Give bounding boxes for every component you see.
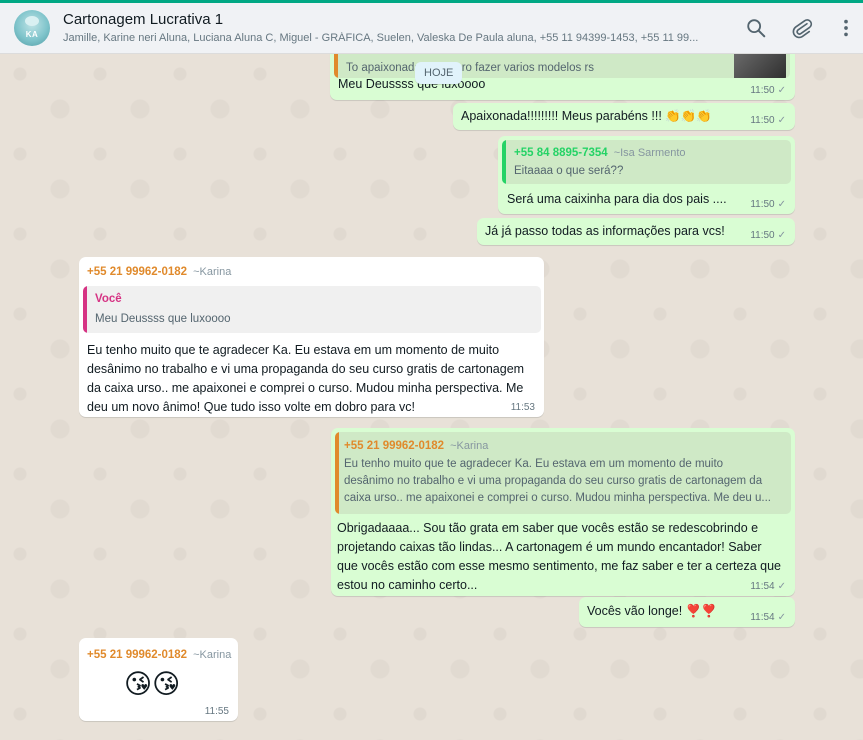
- quoted-text: Eu tenho muito que te agradecer Ka. Eu e…: [344, 456, 771, 507]
- message-text: Meu Deussss que luxoooo: [338, 77, 486, 91]
- group-participants[interactable]: Jamille, Karine neri Aluna, Luciana Alun…: [63, 32, 723, 44]
- quoted-line: Eu tenho muito que te agradecer Ka. Eu e…: [344, 458, 724, 470]
- message-sender-alias: ~Karina: [193, 649, 232, 661]
- quoted-sender: +55 21 99962-0182: [344, 440, 445, 452]
- read-tick-icon: ✓: [777, 199, 786, 210]
- quoted-sender: Você: [95, 293, 122, 305]
- message-time: 11:54 ✓: [750, 581, 786, 592]
- message-line: Obrigadaaaa... Sou tão grata em saber qu…: [337, 521, 759, 535]
- message-sender-alias: ~Karina: [193, 266, 232, 278]
- message-sender[interactable]: +55 21 99962-0182: [87, 266, 187, 278]
- avatar-logo-text: KA: [25, 30, 39, 39]
- quoted-image-thumbnail: [734, 54, 786, 78]
- message-line: estou no caminho certo...: [337, 578, 478, 592]
- message-text: Vocês vão longe! ❣️❣️: [587, 604, 717, 618]
- avatar-bear-shape: [25, 16, 39, 26]
- message-line: que vocês estão com esse mesmo sentiment…: [337, 559, 781, 573]
- read-tick-icon: ✓: [777, 612, 786, 623]
- message-text: Eu tenho muito que te agradecer Ka. Eu e…: [87, 341, 524, 417]
- quoted-text: Meu Deussss que luxoooo: [95, 313, 231, 325]
- search-icon[interactable]: [745, 17, 767, 39]
- quoted-message[interactable]: +55 84 8895-7354 ~Isa Sarmento Eitaaaa o …: [502, 140, 791, 184]
- quoted-sender-alias: ~Karina: [450, 440, 489, 452]
- message-text: Obrigadaaaa... Sou tão grata em saber qu…: [337, 519, 781, 595]
- message-bubble-outgoing[interactable]: Apaixonada!!!!!!!!! Meus parabéns !!! 👏👏…: [453, 103, 795, 130]
- message-line: projetando caixas tão lindas... A carton…: [337, 540, 762, 554]
- chat-header[interactable]: KA Cartonagem Lucrativa 1 Jamille, Karin…: [0, 3, 863, 54]
- quoted-message[interactable]: Você Meu Deussss que luxoooo: [83, 286, 541, 333]
- message-bubble-outgoing[interactable]: Vocês vão longe! ❣️❣️ 11:54 ✓: [579, 597, 795, 627]
- message-bubble-outgoing[interactable]: Já já passo todas as informações para vc…: [477, 218, 795, 245]
- quoted-sender: +55 84 8895-7354: [514, 147, 608, 159]
- attach-icon[interactable]: [791, 17, 813, 39]
- message-bubble-incoming[interactable]: +55 21 99962-0182 ~Karina Você Meu Deusss…: [79, 257, 544, 417]
- emoji-message: 😘😘: [124, 669, 181, 699]
- message-time: 11:55: [204, 706, 229, 717]
- read-tick-icon: ✓: [777, 581, 786, 592]
- message-time: 11:53: [510, 402, 535, 413]
- group-avatar[interactable]: KA: [14, 10, 50, 46]
- message-text: Apaixonada!!!!!!!!! Meus parabéns !!! 👏👏…: [461, 109, 712, 123]
- message-time: 11:50 ✓: [750, 230, 786, 241]
- date-chip: HOJE: [415, 62, 463, 84]
- message-line: desânimo no trabalho e vi uma propaganda…: [87, 362, 525, 376]
- message-bubble-outgoing[interactable]: +55 84 8895-7354 ~Isa Sarmento Eitaaaa o …: [498, 136, 795, 214]
- message-bubble-incoming[interactable]: +55 21 99962-0182 ~Karina 😘😘 11:55: [79, 638, 238, 721]
- message-text: Já já passo todas as informações para vc…: [485, 224, 725, 238]
- message-sender[interactable]: +55 21 99962-0182: [87, 649, 187, 661]
- read-tick-icon: ✓: [777, 115, 786, 126]
- message-time: 11:50 ✓: [750, 85, 786, 96]
- message-bubble-outgoing[interactable]: +55 21 99962-0182 ~Karina Eu tenho muito …: [331, 428, 795, 596]
- quoted-line: desânimo no trabalho e vi uma propaganda…: [344, 475, 763, 487]
- message-line: deu um novo ânimo! Que tudo isso volte e…: [87, 400, 415, 414]
- read-tick-icon: ✓: [777, 85, 786, 96]
- message-time: 11:50 ✓: [750, 115, 786, 126]
- quoted-sender-alias: ~Isa Sarmento: [613, 147, 686, 159]
- quote-bar: [502, 140, 506, 184]
- quote-bar: [335, 432, 339, 514]
- message-text: Será uma caixinha para dia dos pais ....: [507, 192, 727, 206]
- message-line: Eu tenho muito que te agradecer Ka. Eu e…: [87, 343, 500, 357]
- quoted-text: Eitaaaa o que será??: [514, 165, 624, 177]
- group-title[interactable]: Cartonagem Lucrativa 1: [63, 11, 223, 28]
- message-line: da caixa urso.. me apaixonei e comprei o…: [87, 381, 524, 395]
- message-bubble-outgoing[interactable]: To apaixonada. Ja quero fazer varios mod…: [330, 54, 795, 100]
- menu-icon[interactable]: [836, 17, 856, 39]
- read-tick-icon: ✓: [777, 230, 786, 241]
- quote-bar: [83, 286, 87, 333]
- quoted-message[interactable]: +55 21 99962-0182 ~Karina Eu tenho muito …: [335, 432, 791, 514]
- quoted-line: caixa urso.. me apaixonei e comprei o cu…: [344, 492, 771, 504]
- message-time: 11:50 ✓: [750, 199, 786, 210]
- message-list[interactable]: To apaixonada. Ja quero fazer varios mod…: [0, 54, 863, 740]
- message-time: 11:54 ✓: [750, 612, 786, 623]
